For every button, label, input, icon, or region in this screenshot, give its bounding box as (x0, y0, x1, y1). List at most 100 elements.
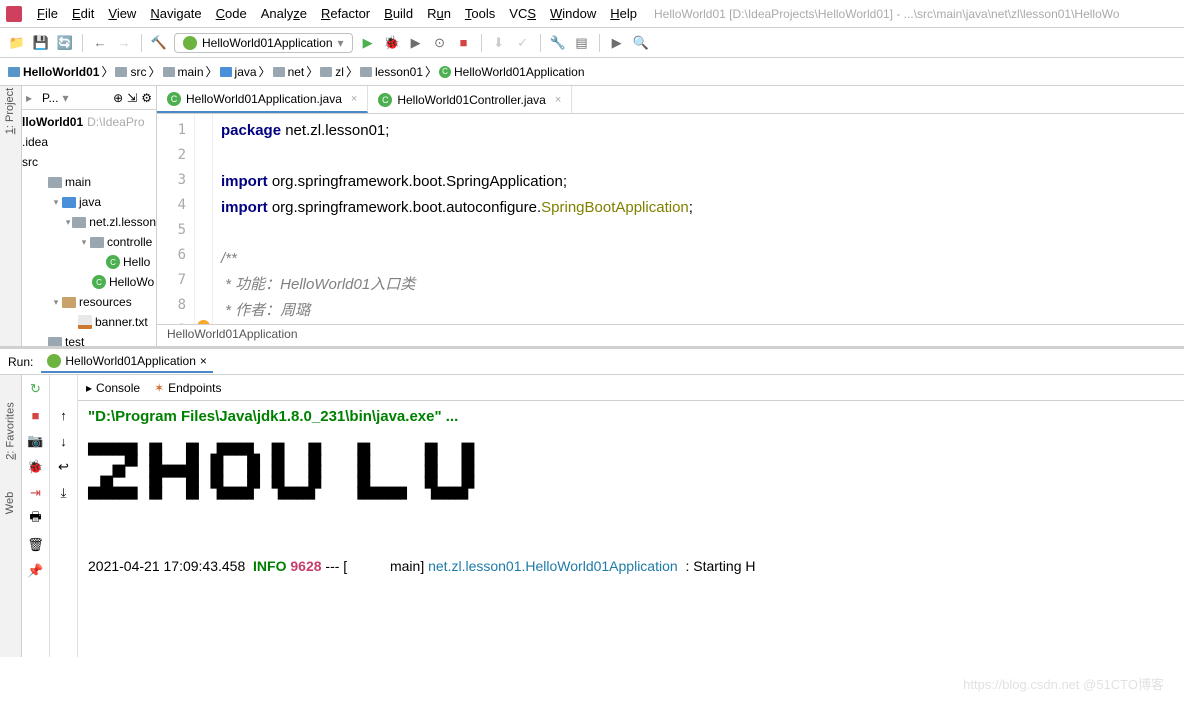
search-icon[interactable]: 🔍 (632, 34, 650, 52)
run-config-selector[interactable]: HelloWorld01Application ▾ (174, 33, 353, 53)
crumb-lesson01[interactable]: lesson01 (360, 65, 423, 79)
banner-ascii: ████████ ██ ██ ██████ ██ ██ ██ ██ ██ ██ … (88, 444, 1174, 499)
crumb-src[interactable]: src (115, 65, 146, 79)
debug-icon[interactable]: 🐞 (383, 34, 401, 52)
profile-icon[interactable]: ⊙ (431, 34, 449, 52)
menu-file[interactable]: File (30, 3, 65, 24)
project-panel-header: ▸ P...▾ ⊕ ⇲ ⚙ (22, 86, 156, 110)
menu-analyze[interactable]: Analyze (254, 3, 314, 24)
folder-icon (48, 337, 62, 346)
editor-breadcrumb[interactable]: HelloWorld01Application (157, 324, 1184, 346)
stop-icon[interactable]: ■ (455, 34, 473, 52)
menu-navigate[interactable]: Navigate (143, 3, 208, 24)
run-label: Run: (8, 355, 33, 369)
exit-icon[interactable]: ⇥ (28, 485, 44, 501)
editor-tabs: C HelloWorld01Application.java × C Hello… (157, 86, 1184, 114)
menu-run[interactable]: Run (420, 3, 458, 24)
menu-view[interactable]: View (101, 3, 143, 24)
crumb-class[interactable]: CHelloWorld01Application (439, 65, 585, 79)
console-tab[interactable]: ▸Console (86, 381, 140, 395)
pin-icon[interactable]: 📌 (28, 563, 44, 579)
git-update-icon[interactable]: ⬇ (490, 34, 508, 52)
folder-icon (273, 67, 285, 77)
delete-icon[interactable]: 🗑 (28, 537, 44, 553)
menu-code[interactable]: Code (209, 3, 254, 24)
console-icon: ▸ (86, 381, 92, 395)
run-icon[interactable]: ▶ (359, 34, 377, 52)
web-tool-tab[interactable]: Web (5, 492, 17, 514)
source-folder-icon (62, 197, 76, 208)
expand-icon[interactable]: ⇲ (127, 91, 137, 105)
sync-icon[interactable]: 🔄 (56, 34, 74, 52)
left-tool-strip-bottom: 2: Favorites Web (0, 375, 22, 657)
menu-edit[interactable]: Edit (65, 3, 101, 24)
dump-icon[interactable]: 📷 (28, 433, 44, 449)
crumb-java[interactable]: java (220, 65, 257, 79)
save-icon[interactable]: 💾 (32, 34, 50, 52)
run-app-tab[interactable]: HelloWorld01Application × (41, 351, 213, 373)
console-toolbar: ↑ ↓ ↩ ⤓ (50, 375, 78, 657)
coverage-icon[interactable]: ▶ (407, 34, 425, 52)
debug-actuator-icon[interactable]: 🐞 (28, 459, 44, 475)
favorites-tool-tab[interactable]: 2: Favorites (5, 402, 17, 459)
spring-icon (47, 354, 61, 368)
close-tab-icon[interactable]: × (555, 94, 561, 106)
down-icon[interactable]: ↓ (56, 433, 72, 449)
menu-build[interactable]: Build (377, 3, 420, 24)
run-panel: Run: HelloWorld01Application × 2: Favori… (0, 346, 1184, 657)
scroll-end-icon[interactable]: ⤓ (56, 485, 72, 501)
fold-gutter[interactable] (195, 114, 213, 324)
crumb-main[interactable]: main (163, 65, 204, 79)
crumb-net[interactable]: net (273, 65, 305, 79)
endpoints-icon: ✶ (154, 381, 164, 395)
run-anything-icon[interactable]: ▶ (608, 34, 626, 52)
menu-help[interactable]: Help (603, 3, 644, 24)
up-icon[interactable]: ↑ (56, 407, 72, 423)
stop-icon[interactable]: ■ (28, 407, 44, 423)
wrap-icon[interactable]: ↩ (56, 459, 72, 475)
intention-bulb-icon[interactable] (197, 320, 210, 324)
rerun-icon[interactable]: ↻ (28, 381, 44, 397)
console-output[interactable]: "D:\Program Files\Java\jdk1.8.0_231\bin\… (78, 401, 1184, 657)
menu-tools[interactable]: Tools (458, 3, 502, 24)
menu-window[interactable]: Window (543, 3, 603, 24)
project-structure-icon[interactable]: ▤ (573, 34, 591, 52)
class-icon: C (92, 275, 106, 289)
settings-gear-icon[interactable]: ⚙ (141, 91, 152, 105)
package-icon (90, 237, 104, 248)
build-icon[interactable]: 🔨 (150, 34, 168, 52)
crumb-project[interactable]: HelloWorld01 (8, 65, 99, 79)
watermark: https://blog.csdn.net @51CTO博客 (963, 674, 1164, 693)
settings-icon[interactable]: 🔧 (549, 34, 567, 52)
folder-icon (48, 177, 62, 188)
menu-vcs[interactable]: VCS (502, 3, 543, 24)
text-file-icon (78, 315, 92, 329)
app-logo-icon (6, 6, 22, 22)
back-icon[interactable]: ← (91, 34, 109, 52)
project-tool-tab[interactable]: 1: Project (5, 88, 17, 134)
code-editor[interactable]: package net.zl.lesson01; import org.spri… (213, 114, 1184, 324)
locate-icon[interactable]: ⊕ (113, 91, 123, 105)
close-run-tab-icon[interactable]: × (200, 354, 207, 368)
console-tabs: ▸Console ✶Endpoints (78, 375, 1184, 401)
endpoints-tab[interactable]: ✶Endpoints (154, 381, 221, 395)
breadcrumb: HelloWorld01 〉 src 〉 main 〉 java 〉 net 〉… (0, 58, 1184, 86)
project-tree[interactable]: lloWorld01D:\IdeaPro .idea src main ▾jav… (22, 110, 156, 346)
main-toolbar: 📁 💾 🔄 ← → 🔨 HelloWorld01Application ▾ ▶ … (0, 28, 1184, 58)
editor-tab[interactable]: C HelloWorld01Controller.java × (368, 86, 572, 113)
package-icon (72, 217, 86, 228)
open-icon[interactable]: 📁 (8, 34, 26, 52)
close-tab-icon[interactable]: × (351, 93, 357, 105)
layout-icon[interactable]: 🖶 (28, 511, 44, 527)
project-tree-panel: ▸ P...▾ ⊕ ⇲ ⚙ lloWorld01D:\IdeaPro .idea… (22, 86, 157, 346)
project-view-selector[interactable]: P... (42, 91, 58, 105)
crumb-zl[interactable]: zl (320, 65, 344, 79)
editor-area: C HelloWorld01Application.java × C Hello… (157, 86, 1184, 346)
menu-refactor[interactable]: Refactor (314, 3, 377, 24)
forward-icon[interactable]: → (115, 34, 133, 52)
editor-tab-active[interactable]: C HelloWorld01Application.java × (157, 86, 368, 113)
run-toolbar: ↻ ■ 📷 🐞 ⇥ 🖶 🗑 📌 (22, 375, 50, 657)
line-gutter[interactable]: 12345678910 (157, 114, 195, 324)
git-commit-icon[interactable]: ✓ (514, 34, 532, 52)
folder-icon (360, 67, 372, 77)
